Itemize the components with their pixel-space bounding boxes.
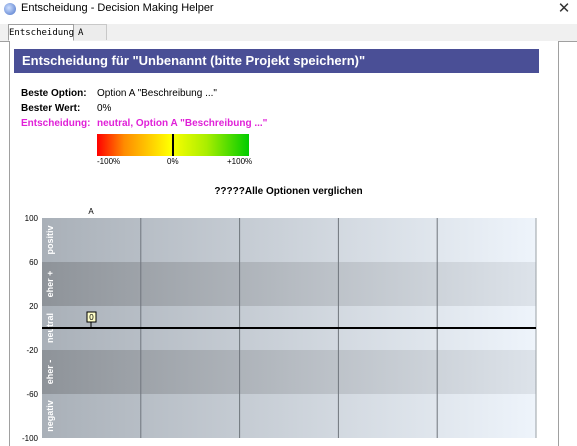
- scale-min-label: -100%: [97, 157, 121, 166]
- y-tick-label: -100: [22, 434, 39, 443]
- decision-header: Entscheidung für "Unbenannt (bitte Proje…: [14, 49, 539, 73]
- chart-band-positiv: [42, 218, 536, 262]
- decision-scale-marker: [172, 134, 174, 156]
- comparison-chart: positiveher +neutraleher -negativ 100602…: [22, 207, 537, 443]
- band-label: eher +: [45, 271, 55, 298]
- tab-entscheidung[interactable]: Entscheidung: [8, 24, 74, 41]
- chart-band-eher: [42, 262, 536, 306]
- data-point-label: 0: [89, 313, 94, 322]
- chart-band-negativ: [42, 394, 536, 438]
- decision-label: Entscheidung:: [21, 118, 91, 129]
- decision-value: neutral, Option A "Beschreibung ...": [97, 118, 268, 129]
- scale-max-label: +100%: [227, 157, 253, 166]
- y-tick-label: 60: [29, 258, 38, 267]
- best-option-label: Beste Option:: [21, 88, 87, 99]
- chart-title: ?????Alle Optionen verglichen: [214, 186, 363, 197]
- band-label: eher -: [45, 360, 55, 385]
- app-icon: [4, 3, 16, 15]
- chart-band-eher: [42, 350, 536, 394]
- decision-header-title: Entscheidung für "Unbenannt (bitte Proje…: [22, 53, 366, 68]
- band-label: negativ: [45, 400, 55, 432]
- y-tick-label: 100: [25, 214, 39, 223]
- y-tick-label: -60: [26, 390, 38, 399]
- y-tick-label: -20: [26, 346, 38, 355]
- best-value-value: 0%: [97, 103, 112, 114]
- close-icon[interactable]: ✕: [551, 0, 577, 18]
- category-label: A: [88, 207, 94, 216]
- tab-option-a[interactable]: A: [74, 24, 107, 40]
- best-option-value: Option A "Beschreibung ...": [97, 88, 217, 99]
- title-bar: Entscheidung - Decision Making Helper ✕: [0, 0, 577, 19]
- band-label: positiv: [45, 225, 55, 254]
- window-title: Entscheidung - Decision Making Helper: [21, 2, 214, 14]
- best-value-label: Bester Wert:: [21, 103, 81, 114]
- tab-bar: Entscheidung A: [0, 24, 577, 42]
- scale-mid-label: 0%: [167, 157, 179, 166]
- y-tick-label: 20: [29, 302, 38, 311]
